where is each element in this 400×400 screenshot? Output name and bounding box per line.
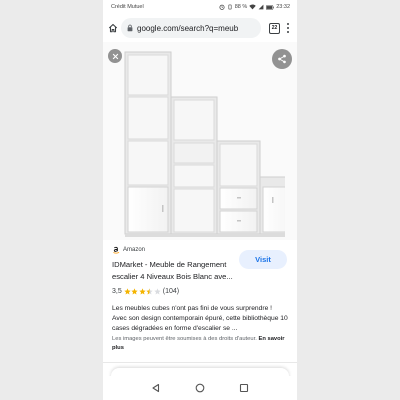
address-bar[interactable]: google.com/search?q=meub [121, 18, 261, 38]
home-icon [108, 23, 118, 33]
close-button[interactable] [108, 49, 122, 63]
divider [103, 362, 297, 363]
share-button[interactable] [272, 49, 292, 69]
product-description: Les meubles cubes n'ont pas fini de vous… [112, 305, 288, 332]
visit-button[interactable]: Visit [239, 250, 287, 269]
star-icon [131, 288, 138, 295]
back-triangle-icon[interactable] [151, 383, 161, 393]
amazon-logo [113, 246, 120, 254]
more-vert-icon[interactable] [284, 21, 292, 35]
product-image [124, 51, 285, 237]
alarm-icon [219, 4, 225, 10]
browser-toolbar: google.com/search?q=meub 22 [103, 14, 297, 42]
home-circle-icon[interactable] [195, 383, 205, 393]
phone-screen: Crédit Mutuel 88 % 23:32 google.com/sear… [103, 0, 297, 400]
status-icons: 88 % 23:32 [219, 4, 290, 10]
tab-count: 22 [271, 25, 278, 31]
system-nav-bar [103, 376, 297, 400]
vibrate-icon [228, 4, 232, 10]
copyright-text: Les images peuvent être soumises à des d… [112, 336, 257, 342]
star-icon [154, 288, 161, 295]
recents-square-icon[interactable] [239, 383, 249, 393]
source-name: Amazon [123, 246, 146, 253]
carrier-name: Crédit Mutuel [111, 4, 144, 10]
copyright-note: Les images peuvent être soumises à des d… [112, 335, 288, 353]
star-icon [146, 288, 153, 295]
product-title[interactable]: IDMarket - Meuble de Rangement escalier … [112, 259, 242, 282]
product-info: Amazon Visit IDMarket - Meuble de Rangem… [103, 243, 297, 353]
tab-switcher-button[interactable]: 22 [269, 22, 280, 34]
status-bar: Crédit Mutuel 88 % 23:32 [103, 0, 297, 14]
home-button[interactable] [107, 21, 119, 35]
review-count: (104) [162, 288, 180, 295]
star-icon [139, 288, 146, 295]
star-icon [124, 288, 131, 295]
rating-row: 3,5 (104) [112, 288, 288, 295]
share-icon [278, 54, 286, 64]
lock-icon [127, 24, 133, 32]
rating-stars [124, 288, 161, 295]
battery-icon [266, 4, 274, 10]
signal-icon [258, 4, 264, 10]
clock-time: 23:32 [276, 4, 290, 10]
image-preview[interactable] [103, 42, 297, 240]
url-text: google.com/search?q=meub [137, 23, 239, 33]
wifi-icon [249, 4, 256, 10]
battery-percent: 88 % [234, 4, 248, 10]
rating-value: 3,5 [112, 288, 122, 295]
close-icon [112, 53, 118, 59]
